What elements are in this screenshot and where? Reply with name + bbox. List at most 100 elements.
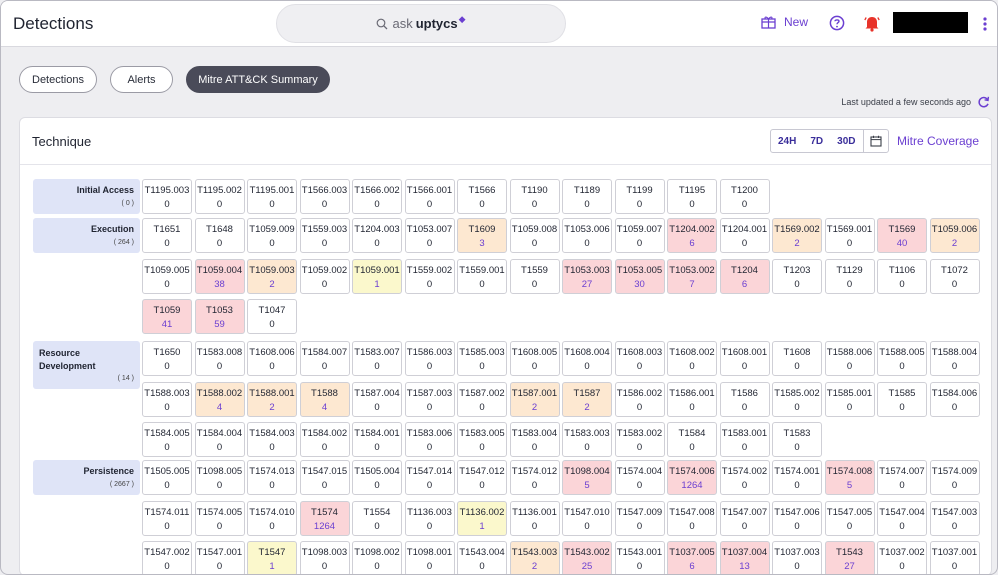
technique-cell[interactable]: T1588.002 4 <box>194 381 245 417</box>
technique-cell[interactable]: T1053.005 30 <box>614 258 665 294</box>
technique-cell[interactable]: T1547.008 0 <box>667 500 717 536</box>
technique-cell[interactable]: T1195.002 0 <box>194 179 245 214</box>
technique-cell[interactable]: T1547.006 0 <box>772 500 822 536</box>
technique-cell[interactable]: T1588 4 <box>299 381 350 417</box>
technique-cell[interactable]: T1574.008 5 <box>824 460 875 495</box>
technique-cell[interactable]: T1547.012 0 <box>457 460 507 495</box>
technique-cell[interactable]: T1547.001 0 <box>194 541 245 574</box>
technique-cell[interactable]: T1584.007 0 <box>299 341 350 376</box>
technique-cell[interactable]: T1648 0 <box>194 218 245 253</box>
search-bar[interactable]: ask uptycs ◆ <box>276 4 566 43</box>
technique-cell[interactable]: T1547.009 0 <box>614 500 665 536</box>
technique-cell[interactable]: T1195.003 0 <box>142 179 192 214</box>
technique-cell[interactable]: T1650 0 <box>142 341 192 376</box>
technique-cell[interactable]: T1059.002 0 <box>299 258 350 294</box>
technique-cell[interactable]: T1587.003 0 <box>404 381 455 417</box>
technique-cell[interactable]: T1588.005 0 <box>877 341 927 376</box>
technique-cell[interactable]: T1203 0 <box>772 258 822 294</box>
technique-cell[interactable]: T1587.004 0 <box>352 381 402 417</box>
technique-cell[interactable]: T1505.004 0 <box>352 460 402 495</box>
technique-cell[interactable]: T1559.001 0 <box>457 258 507 294</box>
technique-cell[interactable]: T1547.010 0 <box>562 500 612 536</box>
technique-cell[interactable]: T1586 0 <box>719 381 770 417</box>
technique-cell[interactable]: T1584 0 <box>667 422 717 457</box>
technique-cell[interactable]: T1106 0 <box>877 258 927 294</box>
technique-cell[interactable]: T1053 59 <box>194 299 245 334</box>
technique-cell[interactable]: T1583.001 0 <box>719 422 770 457</box>
technique-cell[interactable]: T1609 3 <box>457 218 507 253</box>
technique-cell[interactable]: T1569 40 <box>877 218 927 253</box>
technique-cell[interactable]: T1195 0 <box>667 179 717 214</box>
technique-cell[interactable]: T1588.001 2 <box>247 381 297 417</box>
technique-cell[interactable]: T1053.003 27 <box>562 258 612 294</box>
technique-cell[interactable]: T1585 0 <box>877 381 927 417</box>
technique-cell[interactable]: T1037.003 0 <box>772 541 822 574</box>
technique-cell[interactable]: T1569.002 2 <box>772 218 822 253</box>
technique-cell[interactable]: T1574.005 0 <box>194 500 245 536</box>
technique-cell[interactable]: T1574.012 0 <box>509 460 560 495</box>
tactic-resource-development[interactable]: Resource Development ( 14 ) <box>33 341 140 389</box>
technique-cell[interactable]: T1588.003 0 <box>142 381 192 417</box>
technique-cell[interactable]: T1547.003 0 <box>929 500 980 536</box>
technique-cell[interactable]: T1098.001 0 <box>404 541 455 574</box>
tactic-execution[interactable]: Execution ( 264 ) <box>33 218 140 253</box>
technique-cell[interactable]: T1584.003 0 <box>247 422 297 457</box>
technique-cell[interactable]: T1583.005 0 <box>457 422 507 457</box>
technique-cell[interactable]: T1608 0 <box>772 341 822 376</box>
technique-cell[interactable]: T1574.007 0 <box>877 460 927 495</box>
technique-cell[interactable]: T1059.003 2 <box>247 258 297 294</box>
technique-cell[interactable]: T1059 41 <box>142 299 192 334</box>
mitre-coverage-link[interactable]: Mitre Coverage <box>897 134 979 148</box>
technique-cell[interactable]: T1585.002 0 <box>772 381 822 417</box>
technique-cell[interactable]: T1574 1264 <box>299 500 350 536</box>
tactic-initial-access[interactable]: Initial Access ( 0 ) <box>33 179 140 214</box>
technique-cell[interactable]: T1608.004 0 <box>562 341 612 376</box>
technique-cell[interactable]: T1129 0 <box>824 258 875 294</box>
range-30d[interactable]: 30D <box>830 136 862 147</box>
tactic-persistence[interactable]: Persistence ( 2667 ) <box>33 460 140 495</box>
technique-cell[interactable]: T1608.003 0 <box>614 341 665 376</box>
technique-cell[interactable]: T1136.003 0 <box>404 500 455 536</box>
technique-cell[interactable]: T1189 0 <box>562 179 612 214</box>
technique-cell[interactable]: T1136.002 1 <box>457 500 507 536</box>
technique-cell[interactable]: T1547.004 0 <box>877 500 927 536</box>
technique-cell[interactable]: T1204.002 6 <box>667 218 717 253</box>
technique-cell[interactable]: T1584.006 0 <box>929 381 980 417</box>
technique-cell[interactable]: T1037.004 13 <box>719 541 770 574</box>
technique-cell[interactable]: T1583.002 0 <box>614 422 665 457</box>
help-circle-icon[interactable] <box>829 15 845 31</box>
technique-cell[interactable]: T1587.002 0 <box>457 381 507 417</box>
technique-cell[interactable]: T1651 0 <box>142 218 192 253</box>
technique-cell[interactable]: T1574.006 1264 <box>667 460 717 495</box>
technique-cell[interactable]: T1586.001 0 <box>667 381 717 417</box>
technique-cell[interactable]: T1059.008 0 <box>509 218 560 253</box>
technique-cell[interactable]: T1583.004 0 <box>509 422 560 457</box>
technique-cell[interactable]: T1059.009 0 <box>247 218 297 253</box>
technique-cell[interactable]: T1047 0 <box>247 299 297 334</box>
technique-cell[interactable]: T1053.007 0 <box>404 218 455 253</box>
technique-cell[interactable]: T1574.001 0 <box>772 460 822 495</box>
technique-cell[interactable]: T1543.004 0 <box>457 541 507 574</box>
technique-cell[interactable]: T1543.003 2 <box>509 541 560 574</box>
technique-cell[interactable]: T1583 0 <box>772 422 822 457</box>
new-button[interactable]: New <box>761 15 808 29</box>
technique-cell[interactable]: T1608.006 0 <box>247 341 297 376</box>
technique-cell[interactable]: T1037.002 0 <box>877 541 927 574</box>
technique-cell[interactable]: T1574.009 0 <box>929 460 980 495</box>
technique-cell[interactable]: T1586.003 0 <box>404 341 455 376</box>
technique-cell[interactable]: T1566.003 0 <box>299 179 350 214</box>
technique-cell[interactable]: T1574.002 0 <box>719 460 770 495</box>
tab-mitre-summary[interactable]: Mitre ATT&CK Summary <box>186 66 330 93</box>
technique-cell[interactable]: T1547.007 0 <box>719 500 770 536</box>
technique-cell[interactable]: T1204.003 0 <box>352 218 402 253</box>
technique-cell[interactable]: T1559 0 <box>509 258 560 294</box>
technique-cell[interactable]: T1190 0 <box>509 179 560 214</box>
technique-cell[interactable]: T1608.005 0 <box>509 341 560 376</box>
technique-cell[interactable]: T1585.001 0 <box>824 381 875 417</box>
technique-cell[interactable]: T1588.004 0 <box>929 341 980 376</box>
technique-cell[interactable]: T1059.004 38 <box>194 258 245 294</box>
technique-cell[interactable]: T1098.003 0 <box>299 541 350 574</box>
technique-cell[interactable]: T1585.003 0 <box>457 341 507 376</box>
technique-cell[interactable]: T1583.003 0 <box>562 422 612 457</box>
technique-cell[interactable]: T1574.011 0 <box>142 500 192 536</box>
